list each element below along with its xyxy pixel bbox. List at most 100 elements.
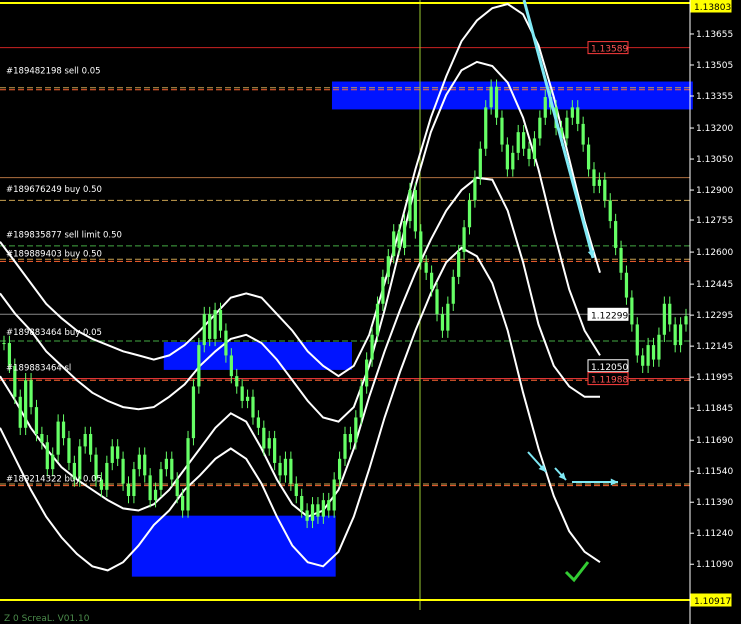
candle-body bbox=[148, 475, 152, 501]
candle-body bbox=[45, 442, 49, 470]
candle-body bbox=[56, 421, 60, 455]
candle-body bbox=[262, 427, 266, 449]
candle-body bbox=[137, 454, 141, 470]
candle-body bbox=[641, 355, 645, 366]
order-label-3: #189889403 buy 0.50 bbox=[6, 249, 102, 259]
y-tick-label: 1.12900 bbox=[696, 186, 733, 196]
candle-body bbox=[467, 200, 472, 228]
order-label-4: #189883464 buy 0.05 bbox=[6, 328, 102, 338]
candle-body bbox=[121, 458, 125, 484]
order-label-2: #189835877 sell limit 0.50 bbox=[6, 231, 122, 241]
candle-body bbox=[532, 138, 537, 160]
candle-body bbox=[175, 479, 179, 497]
candle-body bbox=[251, 396, 255, 418]
candle-body bbox=[2, 343, 6, 345]
y-tick-label: 1.13355 bbox=[696, 92, 733, 102]
candle-body bbox=[657, 334, 661, 360]
candle-body bbox=[235, 376, 239, 387]
candle-body bbox=[61, 421, 66, 439]
candle-body bbox=[668, 303, 672, 325]
price-tag-3: 1.11988 bbox=[591, 376, 628, 386]
candle-body bbox=[229, 355, 233, 377]
candle-body bbox=[673, 324, 677, 346]
candle-body bbox=[278, 462, 282, 476]
candle-body bbox=[678, 324, 683, 346]
candle-body bbox=[240, 386, 244, 401]
candle-body bbox=[224, 330, 228, 356]
candle-body bbox=[105, 462, 109, 490]
candle-body bbox=[153, 489, 158, 501]
candle-body bbox=[132, 469, 136, 497]
y-tick-label: 1.13050 bbox=[696, 155, 733, 165]
y-tick-label: 1.12145 bbox=[696, 342, 733, 352]
candle-body bbox=[543, 97, 547, 118]
candle-body bbox=[126, 483, 131, 497]
candle-body bbox=[462, 227, 466, 253]
candle-body bbox=[170, 458, 174, 480]
candle-body bbox=[365, 359, 369, 387]
candle-body bbox=[489, 86, 493, 108]
candle-body bbox=[473, 177, 477, 201]
candle-body bbox=[208, 314, 212, 339]
order-label-5: #189883464 sl bbox=[6, 363, 71, 373]
y-tick-label: 1.13655 bbox=[696, 30, 733, 40]
candle-body bbox=[359, 386, 363, 418]
candle-body bbox=[603, 179, 607, 201]
candle-body bbox=[18, 396, 22, 428]
zone-rect-2 bbox=[131, 515, 336, 577]
order-label-6: #189214322 buy 0.05 bbox=[6, 475, 102, 485]
y-tick-label: 1.12600 bbox=[696, 248, 733, 258]
candle-body bbox=[375, 303, 380, 335]
y-tick-label: 1.11090 bbox=[696, 560, 733, 570]
price-tag-5: 1.13803 bbox=[694, 3, 731, 13]
y-tick-label: 1.11540 bbox=[696, 467, 733, 477]
candle-body bbox=[386, 256, 390, 277]
y-tick-label: 1.12755 bbox=[696, 216, 733, 226]
candle-body bbox=[538, 117, 542, 139]
candle-body bbox=[283, 458, 288, 476]
candle-body bbox=[402, 221, 407, 248]
candle-body bbox=[597, 179, 602, 186]
price-tag-2: 1.12050 bbox=[591, 363, 628, 373]
candle-body bbox=[202, 314, 206, 346]
y-tick-label: 1.11690 bbox=[696, 436, 733, 446]
candle-body bbox=[570, 107, 574, 118]
candle-body bbox=[83, 433, 87, 447]
price-chart[interactable]: #189482198 sell 0.05 #189676249 buy 0.50 #… bbox=[0, 0, 741, 624]
candle-body bbox=[413, 190, 417, 232]
candle-body bbox=[213, 309, 217, 339]
candle-body bbox=[321, 500, 325, 517]
candle-body bbox=[197, 345, 201, 387]
candle-body bbox=[576, 107, 580, 124]
candle-body bbox=[397, 231, 401, 248]
candle-body bbox=[608, 200, 612, 222]
candle-body bbox=[40, 433, 44, 443]
candle-body bbox=[316, 504, 320, 517]
price-tag-1: 1.12299 bbox=[591, 311, 628, 321]
candle-body bbox=[24, 380, 28, 428]
candle-body bbox=[256, 417, 261, 428]
order-label-1: #189676249 buy 0.50 bbox=[6, 185, 102, 195]
candle-body bbox=[494, 86, 499, 118]
candle-body bbox=[7, 343, 12, 366]
candle-body bbox=[88, 433, 93, 455]
candle-body bbox=[34, 407, 39, 434]
candle-body bbox=[440, 314, 445, 331]
candle-body bbox=[646, 345, 650, 366]
y-tick-label: 1.11995 bbox=[696, 373, 733, 383]
check-icon bbox=[564, 561, 590, 583]
candle-body bbox=[370, 334, 374, 360]
candle-body bbox=[651, 345, 656, 360]
y-tick-label: 1.11390 bbox=[696, 498, 733, 508]
candle-body bbox=[294, 483, 298, 497]
candle-body bbox=[630, 297, 634, 325]
candle-body bbox=[527, 148, 531, 160]
candle-body bbox=[67, 438, 71, 463]
candle-body bbox=[51, 454, 55, 470]
candle-body bbox=[662, 303, 666, 335]
candle-body bbox=[516, 132, 520, 153]
candle-body bbox=[635, 324, 639, 356]
candle-body bbox=[424, 262, 428, 273]
candle-body bbox=[354, 417, 358, 443]
candle-body bbox=[110, 446, 114, 463]
